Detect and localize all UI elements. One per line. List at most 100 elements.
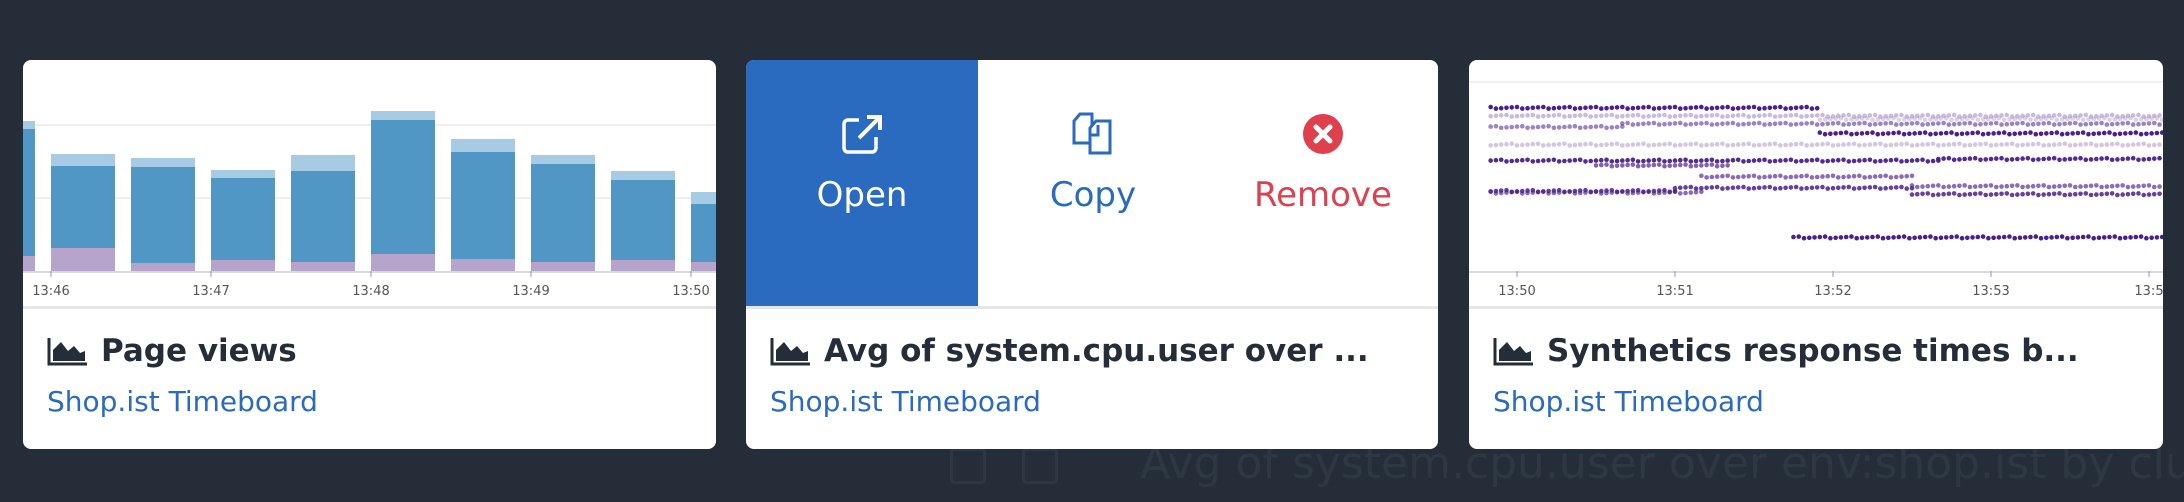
divider xyxy=(746,306,1438,309)
data-point xyxy=(1630,105,1636,111)
data-point xyxy=(1920,184,1925,189)
data-point xyxy=(1801,235,1807,241)
data-point xyxy=(2020,156,2025,161)
data-point xyxy=(2115,141,2120,147)
open-button[interactable]: Open xyxy=(746,60,978,306)
data-point xyxy=(1730,120,1736,126)
data-point xyxy=(1975,117,1981,123)
data-point xyxy=(1783,157,1788,163)
bar-segment xyxy=(51,166,115,248)
widget-card-synthetics[interactable]: 13:50 13:51 13:52 13:53 13:5 Synthetics resp… xyxy=(1469,60,2163,449)
data-point xyxy=(2109,191,2115,196)
data-point xyxy=(1880,116,1886,122)
data-point xyxy=(2038,235,2044,241)
data-point xyxy=(1725,121,1730,126)
widget-title: Avg of system.cpu.user over ... xyxy=(824,333,1369,369)
data-point xyxy=(2091,131,2096,137)
remove-button[interactable]: Remove xyxy=(1208,60,1438,306)
data-point xyxy=(1704,106,1709,111)
data-point xyxy=(1772,158,1778,164)
data-point xyxy=(1583,159,1588,164)
data-point xyxy=(1917,115,1923,121)
data-point xyxy=(2044,116,2049,121)
data-point xyxy=(1957,192,1962,198)
data-point xyxy=(1896,234,1902,240)
data-point xyxy=(1677,185,1683,191)
dashboard-link[interactable]: Shop.ist Timeboard xyxy=(47,385,692,418)
data-point xyxy=(1667,105,1673,110)
data-point xyxy=(1991,116,1996,121)
dashboard-link[interactable]: Shop.ist Timeboard xyxy=(1493,385,2139,418)
data-point xyxy=(1788,105,1794,111)
data-point xyxy=(1535,105,1541,110)
data-point xyxy=(1614,163,1620,169)
data-point xyxy=(1646,104,1651,110)
data-point xyxy=(1598,106,1604,111)
data-point xyxy=(1651,113,1657,119)
scatter-chart-svg: 13:50 13:51 13:52 13:53 13:5 xyxy=(1469,81,2163,299)
data-point xyxy=(2141,183,2147,189)
data-point xyxy=(1509,141,1515,147)
data-point xyxy=(1583,105,1588,111)
data-point xyxy=(1835,185,1841,191)
data-point xyxy=(2091,116,2096,122)
dashboard-link[interactable]: Shop.ist Timeboard xyxy=(770,385,1414,418)
data-point xyxy=(1809,142,1815,148)
data-point xyxy=(2101,130,2107,136)
data-point xyxy=(1862,142,1867,148)
data-point xyxy=(1772,105,1778,110)
data-point xyxy=(2096,235,2102,241)
data-point xyxy=(1709,142,1715,147)
data-point xyxy=(2149,116,2154,121)
data-point xyxy=(2067,121,2073,126)
data-point xyxy=(1530,187,1536,193)
data-point xyxy=(1646,113,1651,119)
widget-card-page-views[interactable]: 13:46 13:47 13:48 13:49 13:50 Page views Sho… xyxy=(23,60,716,449)
data-point xyxy=(2141,192,2147,198)
data-point xyxy=(1967,156,1973,161)
bar-segment xyxy=(51,248,115,271)
data-point xyxy=(1735,142,1741,147)
data-point xyxy=(1822,117,1828,122)
data-point xyxy=(1967,120,1973,126)
data-point xyxy=(1867,185,1873,190)
data-point xyxy=(1593,113,1599,119)
data-point xyxy=(1909,143,1915,148)
data-point xyxy=(1725,143,1730,148)
data-point xyxy=(2075,235,2081,240)
data-point xyxy=(1751,113,1757,119)
x-tick-label: 13:51 xyxy=(1656,284,1693,299)
data-point xyxy=(1788,122,1794,127)
data-point xyxy=(1767,174,1773,179)
data-point xyxy=(1878,141,1883,147)
data-point xyxy=(1814,113,1820,118)
data-point xyxy=(1912,131,1917,136)
data-point xyxy=(1593,158,1599,163)
data-point xyxy=(1978,112,1983,118)
data-point xyxy=(2096,131,2102,136)
data-point xyxy=(1880,235,1886,241)
data-point xyxy=(1588,189,1594,195)
data-point xyxy=(1799,186,1804,191)
copy-button[interactable]: Copy xyxy=(978,60,1208,306)
data-point xyxy=(1525,142,1530,147)
data-point xyxy=(2136,141,2141,147)
data-point xyxy=(2028,117,2033,123)
data-point xyxy=(1604,188,1609,193)
widget-title: Page views xyxy=(101,333,297,369)
data-point xyxy=(2128,130,2133,136)
data-point xyxy=(1741,141,1746,147)
data-point xyxy=(1988,121,1994,126)
data-point xyxy=(2057,183,2062,189)
bar-segment xyxy=(211,170,275,178)
data-point xyxy=(1709,105,1715,111)
data-point xyxy=(1625,142,1630,148)
widget-card-cpu[interactable]: Open Copy Remove Avg of system.cpu.user … xyxy=(746,60,1438,449)
data-point xyxy=(1788,142,1794,147)
data-point xyxy=(1488,143,1493,148)
data-point xyxy=(1746,114,1752,119)
data-point xyxy=(2146,143,2152,148)
data-point xyxy=(1562,114,1567,119)
data-point xyxy=(1498,113,1504,118)
data-point xyxy=(1951,121,1957,127)
